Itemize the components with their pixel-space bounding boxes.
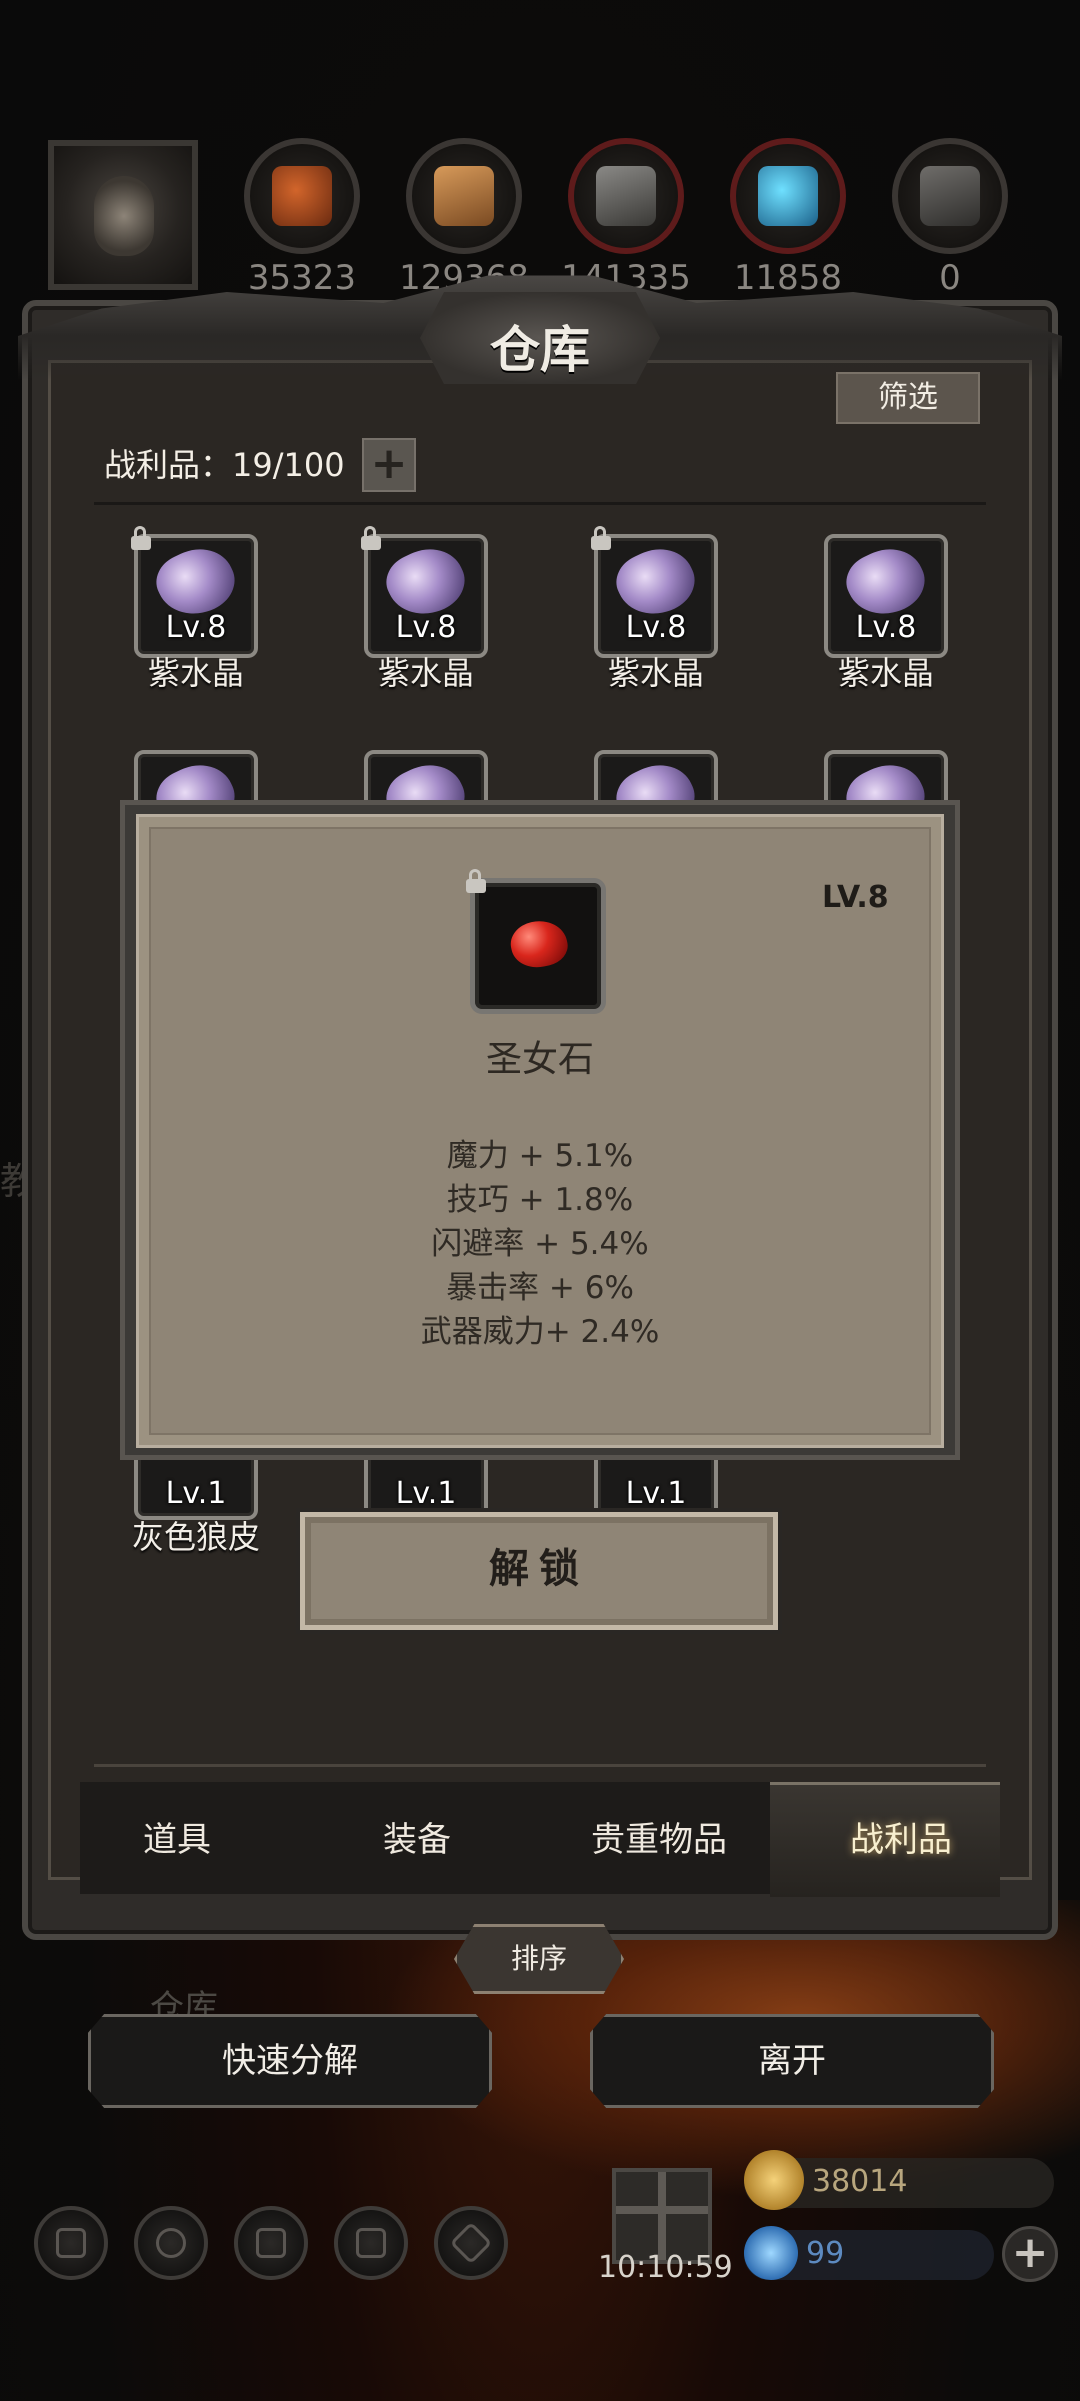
settings-icon[interactable]	[34, 2206, 108, 2280]
item-name: 灰色狼皮	[131, 1518, 260, 1556]
item-slot[interactable]: Lv.8	[131, 526, 258, 658]
tab-items[interactable]: 道具	[62, 1812, 292, 1861]
tab-loot[interactable]: 战利品	[786, 1812, 1016, 1861]
crystal-resource-slot[interactable]	[730, 138, 846, 254]
stone-icon	[596, 166, 656, 226]
building-icon[interactable]	[234, 2206, 308, 2280]
stat-line: 闪避率 + 5.4%	[431, 1226, 649, 1262]
popup-item-slot	[466, 869, 606, 1014]
crystal-icon	[758, 166, 818, 226]
wood-icon	[434, 166, 494, 226]
achievement-icon[interactable]	[134, 2206, 208, 2280]
saint-stone-icon	[506, 915, 572, 973]
popup-item-level: LV.8	[822, 880, 889, 915]
item-slot[interactable]: Lv.8	[591, 526, 718, 658]
meat-icon	[272, 166, 332, 226]
expand-capacity-button[interactable]: +	[362, 438, 416, 492]
item-name: 紫水晶	[377, 654, 474, 692]
lock-icon	[130, 526, 152, 550]
item-level: Lv.8	[625, 610, 687, 645]
item-name: 紫水晶	[147, 654, 244, 692]
gem-count: 99	[806, 2236, 845, 2271]
item-name: 紫水晶	[837, 654, 934, 692]
add-currency-button[interactable]: +	[1002, 2226, 1058, 2282]
map-icon[interactable]	[434, 2206, 508, 2280]
crystal-value: 11858	[733, 258, 843, 298]
item-level: Lv.8	[165, 610, 227, 645]
divider	[94, 502, 986, 505]
item-name: 紫水晶	[607, 654, 704, 692]
tab-valuables[interactable]: 贵重物品	[544, 1812, 774, 1861]
quick-decompose-button[interactable]: 快速分解	[88, 2014, 492, 2108]
leave-button[interactable]: 离开	[590, 2014, 994, 2108]
item-level: Lv.1	[165, 1476, 227, 1511]
player-portrait[interactable]	[48, 140, 198, 290]
filter-button[interactable]: 筛选	[836, 372, 980, 424]
iron-value: 0	[939, 258, 961, 298]
lock-icon	[465, 869, 487, 893]
item-level: Lv.1	[625, 1476, 687, 1511]
stat-line: 武器威力+ 2.4%	[420, 1314, 660, 1350]
item-level: Lv.8	[855, 610, 917, 645]
lock-icon	[590, 526, 612, 550]
loot-count: 战利品：19/100	[104, 446, 345, 484]
gem-icon	[744, 2226, 798, 2280]
item-level: Lv.8	[395, 610, 457, 645]
popup-item-name: 圣女石	[485, 1039, 594, 1080]
lock-icon	[360, 526, 382, 550]
iron-resource-slot[interactable]	[892, 138, 1008, 254]
stone-resource-slot[interactable]	[568, 138, 684, 254]
page-title: 仓库	[490, 320, 590, 379]
item-slot[interactable]: Lv.8	[361, 526, 488, 658]
coin-icon	[744, 2150, 804, 2210]
hooded-figure-icon	[94, 176, 154, 256]
unlock-button[interactable]: 解锁	[300, 1512, 778, 1630]
stat-line: 魔力 + 5.1%	[446, 1138, 634, 1174]
stat-line: 暴击率 + 6%	[446, 1270, 634, 1306]
item-slot[interactable]: Lv.8	[824, 534, 948, 658]
item-level: Lv.1	[395, 1476, 457, 1511]
stat-line: 技巧 + 1.8%	[446, 1182, 634, 1218]
wood-resource-slot[interactable]	[406, 138, 522, 254]
sort-button[interactable]: 排序	[454, 1924, 624, 1994]
coin-count: 38014	[812, 2164, 908, 2199]
divider	[94, 1764, 986, 1767]
tab-equipment[interactable]: 装备	[302, 1812, 532, 1861]
meat-value: 35323	[247, 258, 357, 298]
meat-resource-slot[interactable]	[244, 138, 360, 254]
gift-timer: 10:10:59	[598, 2250, 733, 2285]
mail-icon[interactable]	[334, 2206, 408, 2280]
iron-icon	[920, 166, 980, 226]
